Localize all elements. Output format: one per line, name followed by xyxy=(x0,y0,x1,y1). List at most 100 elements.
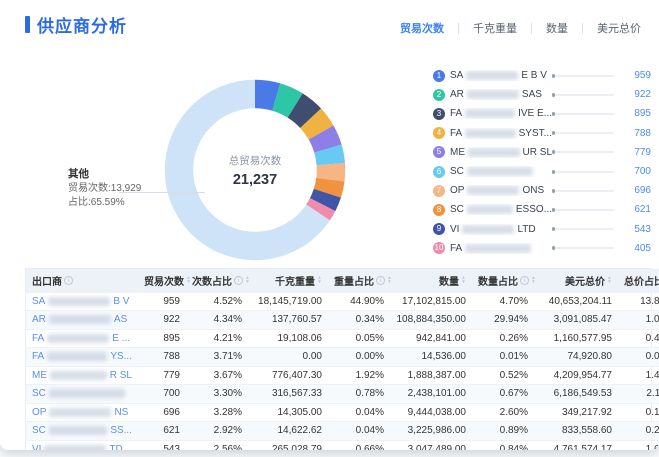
legend-value-bar xyxy=(552,246,614,251)
legend-value-bar xyxy=(552,227,614,232)
tab-贸易次数[interactable]: 贸易次数 xyxy=(398,20,446,36)
table-row: AR AS 922 4.34% 137,760.57 0.34% 108,884,350.0… xyxy=(26,310,659,329)
sort-icon[interactable]: ▲ ▼ xyxy=(461,276,466,285)
exporter-link[interactable]: FA E ... xyxy=(32,333,132,344)
value-cell: 0.28% xyxy=(618,421,659,440)
value-cell: 543 xyxy=(138,439,186,450)
exporter-link[interactable]: ME R SL xyxy=(32,370,132,381)
column-header-次数占比[interactable]: 次数占比 i ▲ ▼ xyxy=(186,269,250,292)
redacted-text xyxy=(466,167,533,177)
column-header-数量占比[interactable]: 数量占比 i ▲ ▼ xyxy=(472,269,536,292)
tab-美元总价[interactable]: 美元总价 xyxy=(595,20,643,36)
value-cell: 0.89% xyxy=(472,421,534,440)
others-callout-pct: 占比:65.59% xyxy=(68,197,125,208)
sort-icon[interactable]: ▲ ▼ xyxy=(245,276,250,285)
legend-value: 696 xyxy=(634,185,651,197)
exporter-name-cell[interactable]: FA YS... xyxy=(26,347,138,366)
metric-tabs: 贸易次数 千克重量 数量 美元总价 xyxy=(398,20,643,36)
tab-数量[interactable]: 数量 xyxy=(544,20,570,36)
donut-center-value: 21,237 xyxy=(232,171,278,188)
redacted-text xyxy=(48,389,125,399)
exporter-name-cell[interactable]: SC xyxy=(26,384,138,403)
legend-item[interactable]: 7 OP ONS 696 xyxy=(433,181,651,200)
redacted-text xyxy=(466,90,519,100)
info-icon[interactable]: i xyxy=(376,275,385,285)
exporter-link[interactable]: SC xyxy=(32,388,132,399)
exporter-name-prefix: SC xyxy=(32,388,46,400)
exporter-name-suffix: R SL xyxy=(109,369,132,381)
column-header-重量占比[interactable]: 重量占比 i ▲ ▼ xyxy=(328,269,392,292)
legend-item[interactable]: 1 SA E B V 959 xyxy=(433,66,651,85)
donut-chart[interactable]: 总贸易次数 21,237 xyxy=(160,75,350,265)
legend-name-suffix: ONS xyxy=(522,185,545,197)
legend-item[interactable]: 2 AR SAS 922 xyxy=(433,85,651,104)
legend-item[interactable]: 8 SC ESSO... 621 xyxy=(433,200,651,219)
sort-icon[interactable]: ▲ ▼ xyxy=(317,276,322,285)
exporter-link[interactable]: FA YS... xyxy=(32,351,132,362)
legend-rank-badge: 4 xyxy=(433,127,445,140)
legend-name-suffix: E B V xyxy=(521,70,547,82)
column-header-出口商: 出口商 i xyxy=(26,269,138,292)
sort-icon[interactable]: ▲ ▼ xyxy=(607,276,612,285)
column-header-贸易次数[interactable]: 贸易次数 ▲ ▼ xyxy=(138,269,191,292)
tab-separator xyxy=(458,22,459,34)
legend-supplier-name: SA E B V xyxy=(450,70,552,81)
redacted-text xyxy=(48,426,108,436)
value-cell: 2,438,101.00 xyxy=(390,384,472,403)
legend-rank-badge: 3 xyxy=(433,107,445,120)
legend-supplier-name: ME UR SL xyxy=(450,147,552,158)
tab-separator xyxy=(582,22,583,34)
exporter-name-cell[interactable]: SC SS... xyxy=(26,421,138,440)
value-cell: 700 xyxy=(138,384,186,403)
column-header-美元总价[interactable]: 美元总价 ▲ ▼ xyxy=(534,269,618,292)
value-cell: 1,888,387.00 xyxy=(390,365,472,385)
exporter-name-cell[interactable]: ME R SL xyxy=(26,365,138,385)
sort-icon[interactable]: ▲ ▼ xyxy=(186,276,191,285)
exporter-link[interactable]: SA B V xyxy=(32,296,132,307)
exporter-name-cell[interactable]: FA E ... xyxy=(26,328,138,348)
value-cell: 621 xyxy=(138,421,186,440)
legend-rank-badge: 2 xyxy=(433,88,445,101)
legend-item[interactable]: 6 SC 700 xyxy=(433,162,651,181)
value-cell: 4.21% xyxy=(186,328,248,348)
legend-value: 895 xyxy=(634,108,651,120)
legend-item[interactable]: 9 VI LTD 543 xyxy=(433,220,651,239)
supplier-table: 出口商 i 贸易次数 ▲ ▼ 次数占比 i ▲ ▼ 千克重量 ▲ ▼ 重量占比 i ▲ ▼ 数量 ▲ ▼ 数量占比 i ▲… xyxy=(26,269,659,450)
legend-item[interactable]: 5 ME UR SL 779 xyxy=(433,143,651,162)
legend-name-prefix: SC xyxy=(450,166,464,178)
exporter-link[interactable]: SC SS... xyxy=(32,425,132,436)
value-cell: 0.01% xyxy=(472,347,534,366)
exporter-link[interactable]: OP NS xyxy=(32,407,132,418)
value-cell: 40,653,204.11 xyxy=(534,291,618,311)
legend-name-prefix: OP xyxy=(450,185,465,197)
redacted-text xyxy=(48,315,111,325)
legend-item[interactable]: 3 FA IVE E... 895 xyxy=(433,104,651,123)
value-cell: 0.00 xyxy=(248,347,328,366)
column-header-千克重量[interactable]: 千克重量 ▲ ▼ xyxy=(248,269,328,292)
legend-value: 779 xyxy=(634,146,651,158)
column-header-数量[interactable]: 数量 ▲ ▼ xyxy=(390,269,472,292)
sort-icon[interactable]: ▲ ▼ xyxy=(387,276,392,285)
info-icon[interactable]: i xyxy=(520,275,529,285)
sort-icon[interactable]: ▲ ▼ xyxy=(531,276,536,285)
value-cell: 3.71% xyxy=(186,347,248,366)
exporter-link[interactable]: AR AS xyxy=(32,314,132,325)
column-header-总价占比[interactable]: 总价占比i▲▼ xyxy=(618,269,659,292)
tab-千克重量[interactable]: 千克重量 xyxy=(471,20,519,36)
exporter-name-cell[interactable]: AR AS xyxy=(26,310,138,329)
redacted-text xyxy=(465,128,516,138)
exporter-name-cell[interactable]: SA B V xyxy=(26,291,138,311)
legend-item[interactable]: 4 FA SYST... 788 xyxy=(433,124,651,143)
legend-item[interactable]: 10 FA 405 xyxy=(433,239,651,258)
info-icon[interactable]: i xyxy=(234,275,243,285)
info-icon[interactable]: i xyxy=(64,275,73,285)
exporter-link[interactable]: VI TD xyxy=(32,444,132,450)
exporter-name-prefix: SA xyxy=(32,295,46,307)
legend-value-bar xyxy=(552,92,614,97)
legend-rank-badge: 10 xyxy=(433,242,445,255)
exporter-name-cell[interactable]: OP NS xyxy=(26,402,138,422)
value-cell: 2.60% xyxy=(472,402,534,422)
table-row: ME R SL 779 3.67% 776,407.30 1.92% 1,888,387.0… xyxy=(26,365,659,385)
exporter-name-cell[interactable]: VI TD xyxy=(26,439,138,450)
value-cell: 0.04% xyxy=(328,402,390,422)
